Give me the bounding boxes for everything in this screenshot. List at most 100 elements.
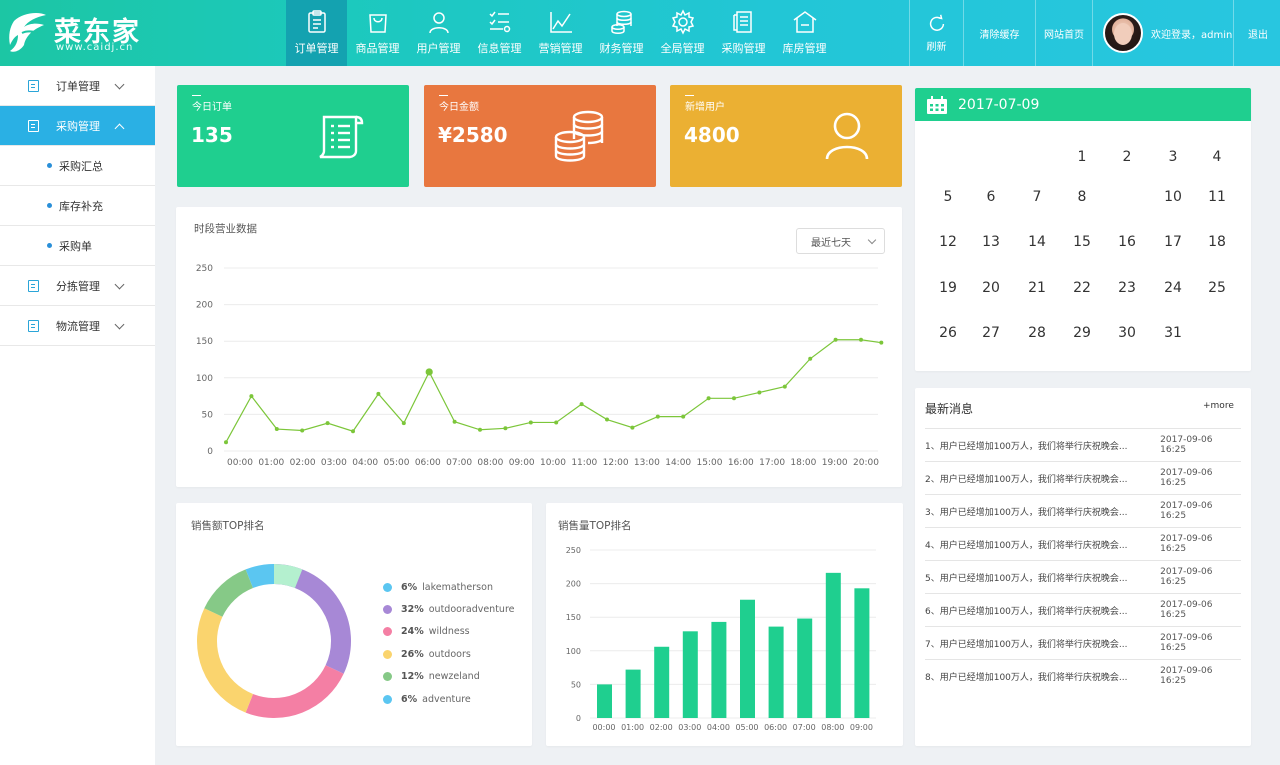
nav-product-management[interactable]: 商品管理 (347, 0, 408, 66)
calendar-day[interactable]: 20 (977, 277, 1005, 299)
calendar-day[interactable]: 7 (1023, 186, 1051, 208)
calendar-day[interactable]: 27 (977, 322, 1005, 344)
calendar-day[interactable]: 10 (1159, 186, 1187, 208)
nav-user-management[interactable]: 用户管理 (408, 0, 469, 66)
calendar-day[interactable]: 25 (1203, 277, 1231, 299)
site-home-link[interactable]: 网站首页 (1035, 0, 1092, 66)
y-tick-label: 0 (576, 714, 581, 723)
nav-global-management[interactable]: 全局管理 (652, 0, 713, 66)
bar (740, 599, 755, 718)
calendar-day[interactable]: 30 (1113, 322, 1141, 344)
sales-amount-ranking-panel: 销售额TOP排名 6% lakematherson 32% outdooradvent… (176, 503, 532, 746)
news-text: 6、用户已经增加100万人，我们将举行庆祝晚会... (925, 606, 1128, 617)
nav-finance-management[interactable]: 财务管理 (591, 0, 652, 66)
avatar (1103, 13, 1143, 53)
news-item[interactable]: 3、用户已经增加100万人，我们将举行庆祝晚会... 2017-09-06 16:… (925, 494, 1241, 527)
calendar-day[interactable]: 16 (1113, 231, 1141, 253)
brand-logo[interactable]: 菜东家 www.caidj.cn (8, 6, 158, 60)
calendar-day[interactable]: 13 (977, 231, 1005, 253)
calendar-day[interactable]: 2 (1113, 146, 1141, 168)
news-text: 8、用户已经增加100万人，我们将举行庆祝晚会... (925, 672, 1128, 683)
nav-label: 营销管理 (538, 42, 583, 55)
legend-swatch (383, 672, 392, 682)
news-item[interactable]: 7、用户已经增加100万人，我们将举行庆祝晚会... 2017-09-06 16:… (925, 626, 1241, 659)
donut-slice (245, 664, 344, 718)
calendar-day[interactable]: 28 (1023, 322, 1051, 344)
legend-label: newzeland (428, 671, 480, 683)
legend-percent: 6% (401, 581, 418, 593)
calendar-day[interactable]: 5 (934, 186, 962, 208)
nav-purchase-management[interactable]: 采购管理 (713, 0, 774, 66)
x-tick-label: 07:00 (446, 458, 472, 468)
data-point (249, 394, 254, 399)
sidebar-subitem-label: 采购单 (59, 239, 92, 253)
clear-cache-button[interactable]: 清除缓存 (963, 0, 1035, 66)
nav-marketing-management[interactable]: 营销管理 (530, 0, 591, 66)
news-date: 2017-09-06 16:25 (1160, 534, 1213, 554)
calendar-day[interactable]: 1 (1068, 146, 1096, 168)
data-point (681, 414, 686, 419)
news-item[interactable]: 6、用户已经增加100万人，我们将举行庆祝晚会... 2017-09-06 16:… (925, 593, 1241, 626)
calendar-day[interactable]: 26 (934, 322, 962, 344)
sidebar-subitem-purchase-order[interactable]: 采购单 (0, 226, 155, 266)
calendar-day[interactable]: 11 (1203, 186, 1231, 208)
sidebar-subitem-purchase-summary[interactable]: 采购汇总 (0, 146, 155, 186)
legend-item[interactable]: 6% adventure (383, 688, 515, 710)
sidebar-item-sorting-management[interactable]: 分拣管理 (0, 266, 155, 306)
legend-item[interactable]: 24% wildness (383, 621, 515, 643)
calendar-day[interactable]: 6 (977, 186, 1005, 208)
sidebar-item-order-management[interactable]: 订单管理 (0, 66, 155, 106)
legend-item[interactable]: 6% lakematherson (383, 576, 515, 598)
legend-item[interactable]: 32% outdooradventure (383, 598, 515, 620)
calendar-day[interactable]: 29 (1068, 322, 1096, 344)
calendar-day[interactable]: 19 (934, 277, 962, 299)
sidebar-item-logistics-management[interactable]: 物流管理 (0, 306, 155, 346)
legend-item[interactable]: 12% newzeland (383, 666, 515, 688)
x-tick-label: 12:00 (603, 458, 629, 468)
calendar-day[interactable]: 24 (1159, 277, 1187, 299)
news-more-link[interactable]: +more (1203, 401, 1234, 411)
news-date: 2017-09-06 16:25 (1160, 435, 1213, 455)
calendar-day[interactable]: 3 (1159, 146, 1187, 168)
calendar-day[interactable]: 14 (1023, 231, 1051, 253)
sidebar-item-purchase-management[interactable]: 采购管理 (0, 106, 155, 146)
calendar-day[interactable]: 12 (934, 231, 962, 253)
calendar-day-today[interactable]: 9 (1113, 186, 1141, 208)
news-item[interactable]: 8、用户已经增加100万人，我们将举行庆祝晚会... 2017-09-06 16:… (925, 659, 1241, 692)
refresh-button[interactable]: 刷新 (909, 0, 963, 66)
legend-percent: 24% (401, 626, 424, 638)
news-item[interactable]: 1、用户已经增加100万人，我们将举行庆祝晚会... 2017-09-06 16:… (925, 428, 1241, 461)
sidebar: 订单管理 采购管理 采购汇总 库存补充 采购单 分拣管理 物流管理 (0, 66, 155, 765)
nav-info-management[interactable]: 信息管理 (469, 0, 530, 66)
y-tick-label: 100 (196, 374, 213, 384)
logout-button[interactable]: 退出 (1233, 0, 1280, 66)
calendar-day[interactable]: 22 (1068, 277, 1096, 299)
news-item[interactable]: 2、用户已经增加100万人，我们将举行庆祝晚会... 2017-09-06 16:… (925, 461, 1241, 494)
nav-warehouse-management[interactable]: 库房管理 (774, 0, 835, 66)
news-item[interactable]: 4、用户已经增加100万人，我们将举行庆祝晚会... 2017-09-06 16:… (925, 527, 1241, 560)
y-tick-label: 50 (571, 680, 581, 689)
calendar-day[interactable]: 23 (1113, 277, 1141, 299)
x-tick-label: 06:00 (764, 723, 787, 732)
coins-icon (610, 10, 632, 34)
calendar-day[interactable]: 31 (1159, 322, 1187, 344)
legend-item[interactable]: 26% outdoors (383, 643, 515, 665)
stat-card-today-orders[interactable]: 今日订单 135 (177, 85, 409, 187)
calendar-day[interactable]: 8 (1068, 186, 1096, 208)
bar (768, 626, 784, 718)
calendar-day[interactable]: 18 (1203, 231, 1231, 253)
x-tick-label: 03:00 (321, 458, 347, 468)
bullet-icon (47, 243, 52, 248)
sidebar-subitem-stock-replenish[interactable]: 库存补充 (0, 186, 155, 226)
news-item[interactable]: 5、用户已经增加100万人，我们将举行庆祝晚会... 2017-09-06 16:… (925, 560, 1241, 593)
user-profile[interactable]: 欢迎登录，admin (1092, 0, 1233, 66)
calendar-day[interactable]: 15 (1068, 231, 1096, 253)
stat-card-new-users[interactable]: 新增用户 4800 (670, 85, 902, 187)
x-tick-label: 05:00 (735, 723, 758, 732)
calendar-day[interactable]: 17 (1159, 231, 1187, 253)
stat-card-today-amount[interactable]: 今日金额 ¥2580 (424, 85, 656, 187)
nav-order-management[interactable]: 订单管理 (286, 0, 347, 66)
coins-stack-icon (554, 110, 604, 162)
calendar-day[interactable]: 21 (1023, 277, 1051, 299)
calendar-day[interactable]: 4 (1203, 146, 1231, 168)
